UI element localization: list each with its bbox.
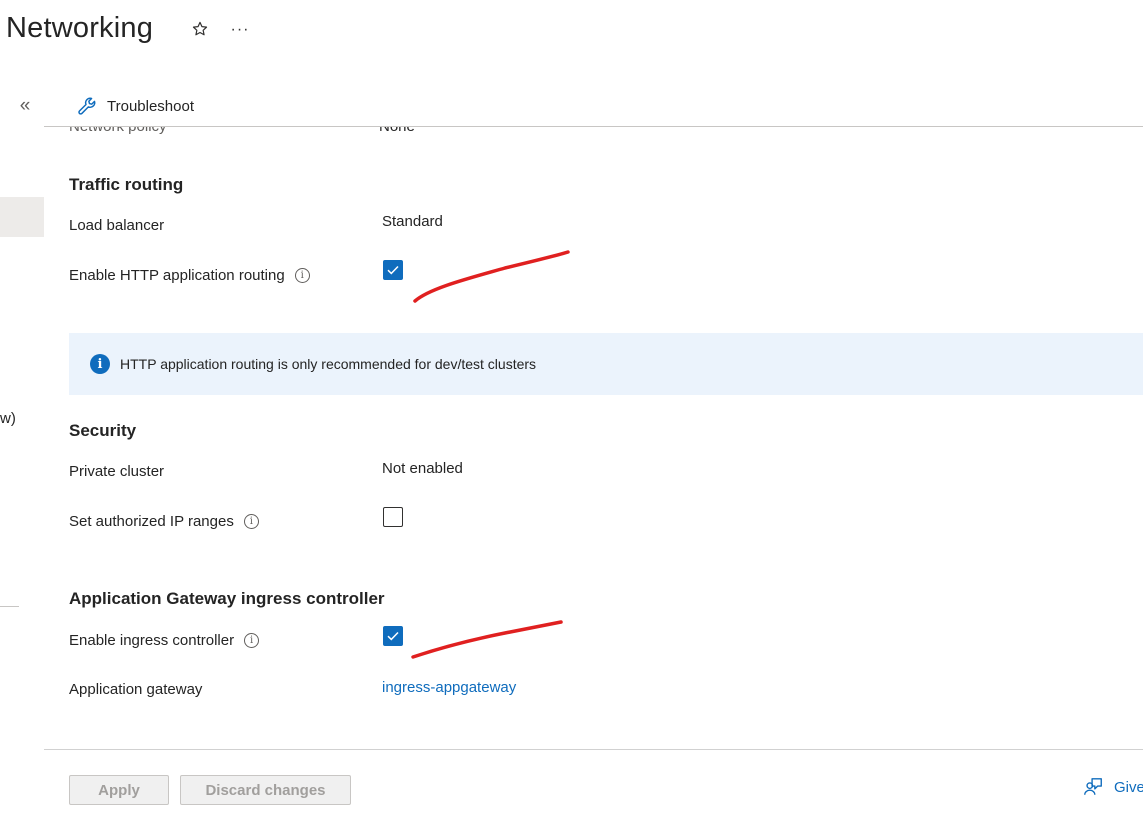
info-icon[interactable]: i (243, 514, 259, 529)
ingress-controller-checkbox[interactable] (383, 626, 403, 646)
authorized-ip-label: Set authorized IP ranges i (69, 513, 259, 530)
ingress-controller-label: Enable ingress controller i (69, 632, 260, 649)
private-cluster-value: Not enabled (382, 460, 463, 477)
sidebar-selected-item[interactable] (0, 197, 44, 237)
application-gateway-label-text: Application gateway (69, 681, 203, 698)
ingress-controller-label-text: Enable ingress controller (69, 632, 235, 649)
private-cluster-label-text: Private cluster (69, 463, 165, 480)
discard-changes-button[interactable]: Discard changes (180, 775, 351, 805)
load-balancer-label: Load balancer (69, 217, 164, 234)
authorized-ip-checkbox[interactable] (383, 507, 403, 527)
info-banner: i HTTP application routing is only recom… (69, 333, 1143, 395)
application-gateway-label: Application gateway (69, 681, 202, 698)
apply-button[interactable]: Apply (69, 775, 169, 805)
load-balancer-value: Standard (382, 213, 443, 230)
application-gateway-link[interactable]: ingress-appgateway (382, 679, 516, 696)
feedback-icon (1084, 778, 1102, 795)
info-icon[interactable]: i (244, 633, 260, 648)
http-routing-checkbox[interactable] (383, 260, 403, 280)
troubleshoot-button[interactable]: Troubleshoot (76, 92, 194, 120)
info-banner-text: HTTP application routing is only recomme… (120, 356, 537, 372)
star-outline-icon (192, 21, 208, 35)
private-cluster-label: Private cluster (69, 463, 164, 480)
checkmark-icon (387, 265, 399, 275)
load-balancer-label-text: Load balancer (69, 217, 165, 234)
app-gateway-heading: Application Gateway ingress controller (69, 589, 385, 608)
network-policy-value: None (379, 127, 415, 135)
annotation-marks (411, 250, 570, 659)
security-heading: Security (69, 421, 137, 440)
network-policy-row: Network policy None (44, 127, 1143, 141)
wrench-icon (78, 97, 96, 115)
traffic-routing-heading: Traffic routing (69, 175, 184, 194)
sidebar-divider (0, 606, 19, 607)
give-feedback-label: Give (1114, 778, 1143, 796)
more-options-button[interactable]: ··· (229, 18, 251, 42)
footer-divider (44, 749, 1143, 750)
info-icon[interactable]: i (294, 268, 310, 283)
troubleshoot-label: Troubleshoot (107, 97, 194, 115)
sidebar-item-partial-label[interactable]: w) (0, 410, 16, 427)
collapse-sidebar-button[interactable]: « (14, 95, 36, 117)
network-policy-label: Network policy (69, 127, 167, 135)
annotation-underline-ingress (411, 620, 563, 659)
checkmark-icon (387, 631, 399, 641)
info-filled-icon: i (90, 354, 110, 374)
page-title: Networking (6, 12, 154, 44)
give-feedback-button[interactable]: Give (1082, 776, 1143, 798)
http-routing-label: Enable HTTP application routing i (69, 267, 310, 284)
authorized-ip-label-text: Set authorized IP ranges (69, 513, 234, 530)
annotation-underline-http-routing (413, 250, 570, 303)
favorite-button[interactable] (189, 18, 211, 42)
http-routing-label-text: Enable HTTP application routing (69, 267, 285, 284)
